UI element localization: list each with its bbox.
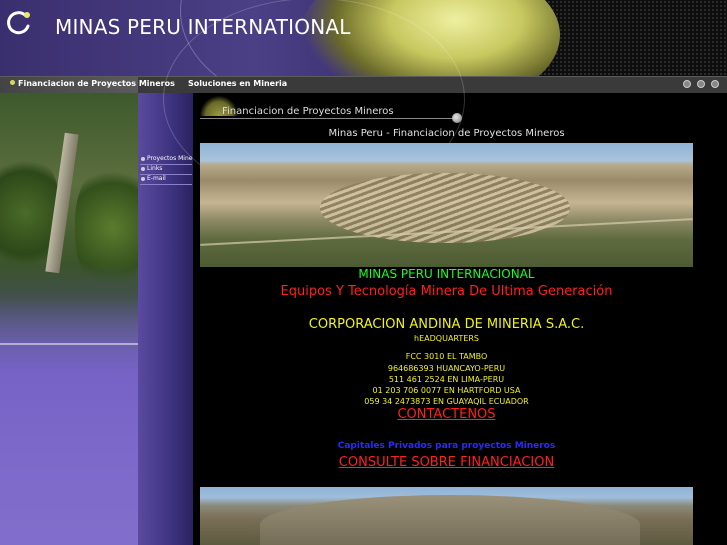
page-heading: Minas Peru - Financiacion de Proyectos M… xyxy=(328,128,565,139)
address-line: FCC 3010 EL TAMBO xyxy=(405,352,488,361)
address-line: 964686393 HUANCAYO-PERU xyxy=(387,364,506,373)
photo-highlight-line xyxy=(0,343,138,345)
address-line: 511 461 2524 EN LIMA-PERU xyxy=(388,375,505,384)
back-control-icon[interactable] xyxy=(683,80,691,88)
private-capital-text: Capitales Privados para proyectos Minero… xyxy=(337,441,556,451)
section-divider xyxy=(200,118,458,119)
photo-hill xyxy=(260,495,640,545)
photo-fade xyxy=(0,263,138,545)
side-menu-item-email[interactable]: E-mail xyxy=(140,175,192,185)
page: MINAS PERU INTERNATIONAL Financiacion de… xyxy=(0,0,727,545)
left-landscape-photo xyxy=(0,93,138,545)
side-menu: Proyectos Mineros Links E-mail xyxy=(140,155,202,185)
section-orb-icon xyxy=(452,113,462,123)
consult-financing-link[interactable]: CONSULTE SOBRE FINANCIACION xyxy=(200,455,693,470)
nav-controls xyxy=(683,80,719,88)
side-menu-item-links[interactable]: Links xyxy=(140,165,192,175)
home-control-icon[interactable] xyxy=(711,80,719,88)
menu-bullet-icon xyxy=(141,177,145,181)
side-menu-item-proyectos[interactable]: Proyectos Mineros xyxy=(140,155,202,165)
side-menu-item-label: Links xyxy=(147,165,163,172)
section-title: Financiacion de Proyectos Mineros xyxy=(222,106,394,117)
nav-item-financiacion[interactable]: Financiacion de Proyectos Mineros xyxy=(10,79,175,88)
mine-photo-top xyxy=(200,143,693,267)
contact-link[interactable]: CONTACTENOS xyxy=(200,407,693,422)
address-line: 01 203 706 0077 EN HARTFORD USA xyxy=(372,386,521,395)
tagline: Equipos Y Tecnología Minera De Ultima Ge… xyxy=(280,284,613,299)
nav-bullet-icon xyxy=(10,80,15,85)
menu-bullet-icon xyxy=(141,167,145,171)
address-line: 059 34 2473873 EN GUAYAQIL ECUADOR xyxy=(364,397,529,406)
nav-item-label: Financiacion de Proyectos Mineros xyxy=(18,79,175,88)
side-menu-item-label: E-mail xyxy=(147,175,166,182)
site-logo-icon xyxy=(7,11,30,35)
corporation-name: CORPORACION ANDINA DE MINERIA S.A.C. xyxy=(308,317,585,332)
mine-photo-bottom xyxy=(200,487,693,545)
forward-control-icon[interactable] xyxy=(697,80,705,88)
headquarters-label: hEADQUARTERS xyxy=(414,334,479,343)
menu-bullet-icon xyxy=(141,157,145,161)
company-name: MINAS PERU INTERNACIONAL xyxy=(358,267,535,281)
